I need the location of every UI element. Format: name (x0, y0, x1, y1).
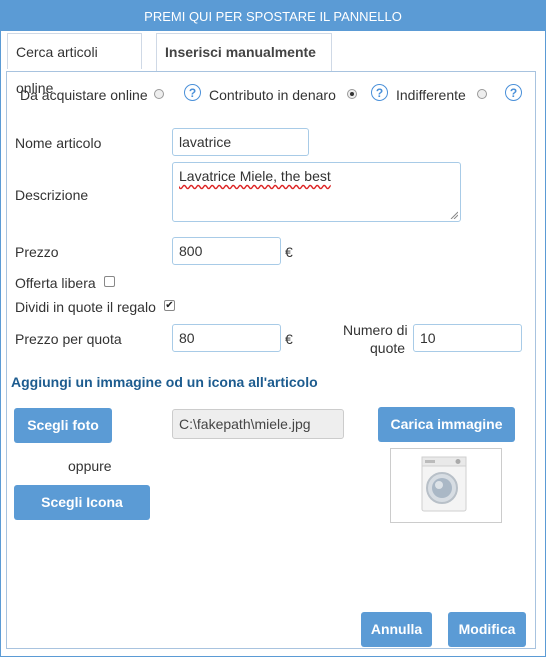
tab-content: Da acquistare online ? Contributo in den… (6, 71, 536, 649)
modifica-button[interactable]: Modifica (448, 612, 526, 647)
descrizione-label: Descrizione (15, 187, 89, 203)
scegli-icona-button[interactable]: Scegli Icona (14, 485, 150, 520)
prezzo-quota-input[interactable]: 80 (172, 324, 281, 352)
scegli-foto-button[interactable]: Scegli foto (14, 408, 112, 443)
panel-drag-title-bar[interactable]: PREMI QUI PER SPOSTARE IL PANNELLO (1, 1, 545, 31)
washing-machine-icon (421, 456, 467, 512)
prezzo-quota-currency: € (285, 331, 293, 347)
radio-contributo[interactable] (347, 89, 357, 99)
radio-indifferente[interactable] (477, 89, 487, 99)
numero-quote-label-line2: quote (370, 340, 406, 356)
resize-handle-icon[interactable] (450, 211, 458, 219)
nome-articolo-label: Nome articolo (15, 135, 102, 151)
help-icon[interactable]: ? (371, 84, 388, 101)
prezzo-quota-label: Prezzo per quota (15, 331, 122, 347)
option-label-online: Da acquistare online (20, 87, 148, 103)
offerta-libera-label: Offerta libera (15, 275, 96, 291)
offerta-libera-checkbox[interactable] (104, 276, 115, 287)
prezzo-currency: € (285, 244, 293, 260)
dividi-quote-label: Dividi in quote il regalo (15, 299, 156, 315)
edit-item-panel: PREMI QUI PER SPOSTARE IL PANNELLO Cerca… (0, 0, 546, 657)
descrizione-text: Lavatrice Miele, the best (179, 168, 331, 184)
help-icon[interactable]: ? (184, 84, 201, 101)
image-preview (390, 448, 502, 523)
nome-articolo-input[interactable]: lavatrice (172, 128, 309, 156)
prezzo-label: Prezzo (15, 244, 59, 260)
oppure-text: oppure (68, 458, 112, 474)
carica-immagine-button[interactable]: Carica immagine (378, 407, 515, 442)
annulla-button[interactable]: Annulla (361, 612, 432, 647)
image-section-title: Aggiungi un immagine od un icona all'art… (11, 374, 318, 390)
prezzo-input[interactable]: 800 (172, 237, 281, 265)
numero-quote-label-line1: Numero di (343, 322, 408, 338)
tab-inserisci-manualmente[interactable]: Inserisci manualmente (156, 33, 332, 71)
option-label-contributo: Contributo in denaro (209, 87, 336, 103)
tab-cerca-articoli-online[interactable]: Cerca articoli online (7, 33, 142, 96)
dividi-quote-checkbox[interactable]: ✔ (164, 300, 175, 311)
option-label-indifferente: Indifferente (396, 87, 466, 103)
help-icon[interactable]: ? (505, 84, 522, 101)
radio-online[interactable] (154, 89, 164, 99)
numero-quote-input[interactable]: 10 (413, 324, 522, 352)
file-path-field: C:\fakepath\miele.jpg (172, 409, 344, 439)
descrizione-textarea[interactable]: Lavatrice Miele, the best (172, 162, 461, 222)
